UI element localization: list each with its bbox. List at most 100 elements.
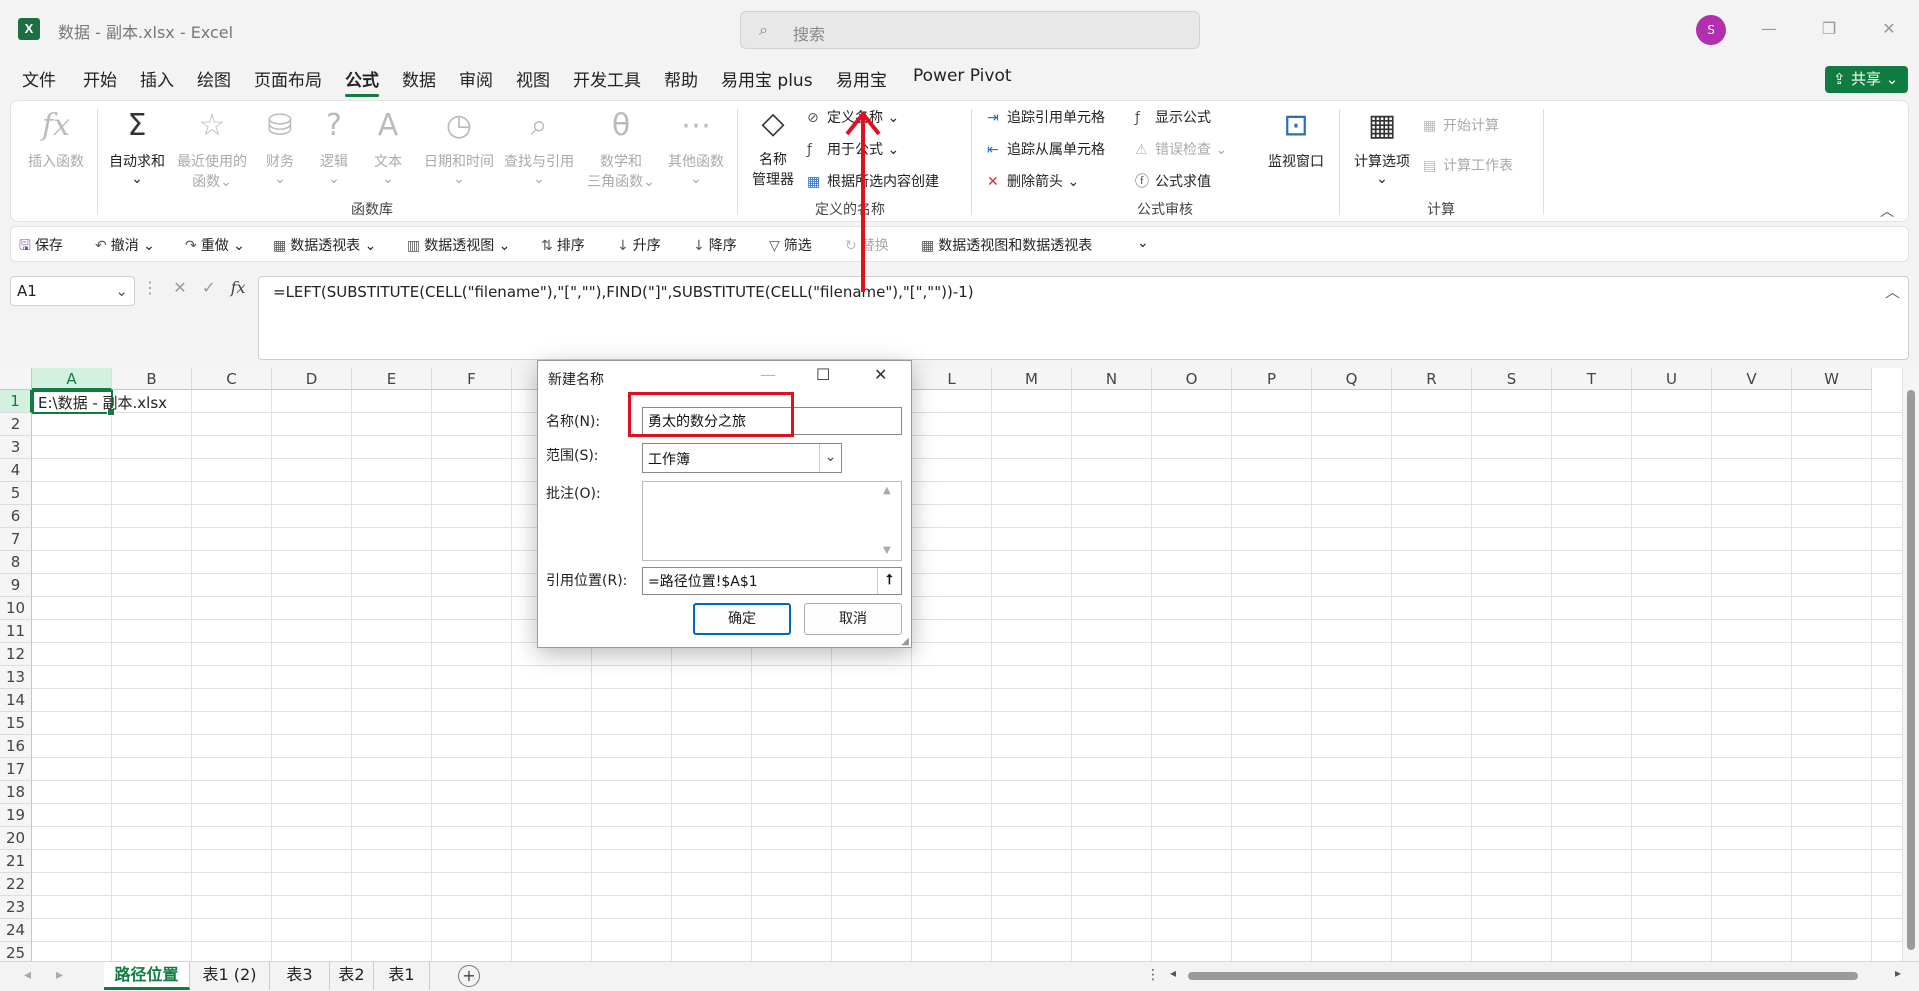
formula-input[interactable]: =LEFT(SUBSTITUTE(CELL("filename"),"[",""… [258, 276, 1909, 360]
watch-window-button[interactable]: ⊡ 监视窗口 [1263, 107, 1329, 171]
row-header[interactable]: 11 [0, 620, 32, 643]
undo-button[interactable]: ↶ 撤消 ⌄ [95, 235, 155, 255]
row-header[interactable]: 12 [0, 643, 32, 666]
menu-file[interactable]: 文件 [22, 66, 56, 91]
column-header[interactable]: L [912, 368, 992, 390]
redo-button[interactable]: ↷ 重做 ⌄ [185, 235, 245, 255]
menu-help[interactable]: 帮助 [664, 66, 698, 91]
worksheet-grid[interactable]: ABCDEFGHIJKLMNOPQRSTUVW 1234567891011121… [0, 368, 1919, 961]
menu-formulas[interactable]: 公式 [345, 66, 379, 97]
logical-button[interactable]: ? 逻辑 ⌄ [313, 107, 355, 187]
financial-button[interactable]: ⛁ 财务 ⌄ [259, 107, 301, 187]
scrollbar-thumb[interactable] [1907, 390, 1915, 950]
row-header[interactable]: 16 [0, 735, 32, 758]
scroll-up-icon[interactable]: ▲ [883, 485, 891, 496]
filter-button[interactable]: ▽ 筛选 [769, 235, 812, 255]
text-functions-button[interactable]: A 文本 ⌄ [367, 107, 409, 187]
row-header[interactable]: 8 [0, 551, 32, 574]
row-header[interactable]: 4 [0, 459, 32, 482]
row-header[interactable]: 25 [0, 942, 32, 961]
share-button[interactable]: ⇪ 共享 ⌄ [1825, 66, 1908, 93]
column-header[interactable]: P [1232, 368, 1312, 390]
calculate-now-button[interactable]: ▦ 开始计算 [1423, 115, 1499, 135]
collapse-formula-bar-icon[interactable]: ︿ [1885, 281, 1900, 302]
scroll-right-icon[interactable]: ▸ [1895, 966, 1901, 980]
column-header[interactable]: E [352, 368, 432, 390]
cancel-button[interactable]: 取消 [804, 603, 902, 635]
remove-arrows-button[interactable]: ✕ 删除箭头 ⌄ [987, 171, 1079, 191]
menu-data[interactable]: 数据 [402, 66, 436, 91]
customize-qat-icon[interactable]: ⌄ [1137, 235, 1149, 251]
menu-page-layout[interactable]: 页面布局 [254, 66, 322, 91]
save-button[interactable]: 🖫 保存 [19, 235, 63, 259]
replace-button[interactable]: ↻ 替换 [845, 235, 889, 255]
column-header[interactable]: C [192, 368, 272, 390]
column-header[interactable]: W [1792, 368, 1872, 390]
sort-ascending-button[interactable]: ↓ 升序 [617, 235, 661, 255]
column-header[interactable]: U [1632, 368, 1712, 390]
menu-view[interactable]: 视图 [516, 66, 550, 91]
column-header[interactable]: R [1392, 368, 1472, 390]
menu-draw[interactable]: 绘图 [197, 66, 231, 91]
column-header[interactable]: N [1072, 368, 1152, 390]
row-header[interactable]: 24 [0, 919, 32, 942]
confirm-entry-icon[interactable]: ✓ [202, 278, 215, 297]
error-checking-button[interactable]: ⚠ 错误检查 ⌄ [1135, 139, 1227, 159]
column-header[interactable]: D [272, 368, 352, 390]
horizontal-scrollbar[interactable]: ◂ ▸ [1170, 966, 1905, 982]
scope-select[interactable]: 工作簿 ⌄ [642, 443, 842, 473]
row-header[interactable]: 6 [0, 505, 32, 528]
search-input[interactable]: ⌕ 搜索 [740, 11, 1200, 49]
menu-review[interactable]: 审阅 [459, 66, 493, 91]
sort-descending-button[interactable]: ↓ 降序 [693, 235, 737, 255]
math-trig-button[interactable]: θ 数学和 三角函数⌄ [583, 107, 659, 191]
menu-yiyongbao-plus[interactable]: 易用宝 plus [721, 66, 813, 91]
vertical-scrollbar[interactable] [1902, 368, 1919, 961]
menu-insert[interactable]: 插入 [140, 66, 174, 91]
restore-icon[interactable]: ❐ [1814, 14, 1844, 44]
autosum-button[interactable]: Σ 自动求和 ⌄ [105, 107, 169, 187]
row-header[interactable]: 23 [0, 896, 32, 919]
row-header[interactable]: 9 [0, 574, 32, 597]
add-sheet-icon[interactable]: + [458, 965, 480, 987]
menu-developer[interactable]: 开发工具 [573, 66, 641, 91]
sort-button[interactable]: ⇅ 排序 [541, 235, 585, 255]
collapse-dialog-icon[interactable]: ⭡ [877, 568, 901, 594]
ok-button[interactable]: 确定 [693, 603, 791, 635]
collapse-ribbon-icon[interactable]: ︿ [1880, 201, 1894, 221]
column-header[interactable]: B [112, 368, 192, 390]
name-box[interactable]: A1 ⌄ [10, 276, 135, 306]
column-header[interactable]: A [32, 368, 112, 390]
column-header[interactable]: Q [1312, 368, 1392, 390]
trace-dependents-button[interactable]: ⇤ 追踪从属单元格 [987, 139, 1105, 159]
row-header[interactable]: 15 [0, 712, 32, 735]
pivot-table-button[interactable]: ▦ 数据透视表 ⌄ [273, 235, 376, 255]
row-header[interactable]: 3 [0, 436, 32, 459]
scroll-left-icon[interactable]: ◂ [1170, 966, 1176, 980]
more-functions-button[interactable]: ⋯ 其他函数 ⌄ [663, 107, 729, 187]
chevron-down-icon[interactable]: ⌄ [819, 444, 841, 472]
scrollbar-thumb[interactable] [1188, 972, 1858, 980]
row-header[interactable]: 7 [0, 528, 32, 551]
maximize-icon[interactable]: ☐ [816, 365, 830, 384]
evaluate-formula-button[interactable]: ⓕ 公式求值 [1135, 171, 1211, 191]
name-manager-button[interactable]: ◇ 名称 管理器 [747, 105, 799, 189]
show-formulas-button[interactable]: ƒ 显示公式 [1135, 107, 1211, 127]
more-icon[interactable]: ⋮ [1146, 967, 1160, 983]
row-header[interactable]: 5 [0, 482, 32, 505]
row-header[interactable]: 13 [0, 666, 32, 689]
column-header[interactable]: V [1712, 368, 1792, 390]
sheet-tab-table2[interactable]: 表2 [330, 962, 374, 990]
minimize-icon[interactable]: — [1754, 14, 1784, 44]
sheet-tab-path-location[interactable]: 路径位置 [104, 962, 190, 990]
trace-precedents-button[interactable]: ⇥ 追踪引用单元格 [987, 107, 1105, 127]
sheet-tab-table1[interactable]: 表1 [374, 962, 430, 990]
lookup-button[interactable]: ⌕ 查找与引用 ⌄ [499, 107, 579, 187]
prev-sheet-icon[interactable]: ◂ [24, 967, 31, 983]
menu-power-pivot[interactable]: Power Pivot [913, 66, 1012, 86]
sheet-tab-table3[interactable]: 表3 [270, 962, 330, 990]
column-header[interactable]: O [1152, 368, 1232, 390]
select-all-corner[interactable] [0, 368, 32, 390]
column-header[interactable]: S [1472, 368, 1552, 390]
row-header[interactable]: 17 [0, 758, 32, 781]
